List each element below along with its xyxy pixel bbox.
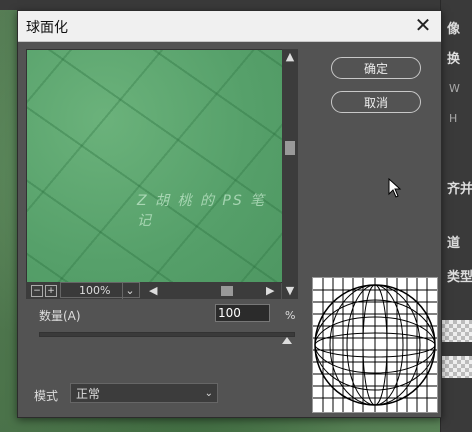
- zoom-level-select[interactable]: 100% ⌄: [60, 282, 140, 299]
- transparency-swatch: [441, 356, 472, 378]
- ok-button[interactable]: 确定: [331, 57, 421, 79]
- panel-label-transform: 换: [447, 52, 461, 67]
- panel-label-height: H: [449, 112, 458, 125]
- preview-vertical-scrollbar[interactable]: ▲ ▼: [282, 49, 298, 299]
- amount-slider-handle[interactable]: [282, 337, 292, 344]
- mouse-pointer-icon: [388, 178, 402, 198]
- spherize-grid-preview: [312, 277, 438, 413]
- panel-label-width: W: [449, 82, 460, 95]
- panel-label-type: 类型: [447, 270, 472, 285]
- scroll-up-icon[interactable]: ▲: [284, 51, 296, 63]
- scroll-thumb[interactable]: [285, 141, 295, 155]
- preview-zoom-bar: − + 100% ⌄ ◀ ▶: [26, 282, 281, 299]
- watermark-text: Z 胡 桃 的 PS 笔 记: [137, 193, 267, 229]
- scroll-left-icon[interactable]: ◀: [149, 284, 157, 297]
- amount-slider-track[interactable]: [39, 332, 295, 337]
- close-icon[interactable]: ✕: [411, 13, 435, 37]
- mode-label: 模式: [34, 389, 59, 403]
- dialog-title: 球面化: [26, 20, 68, 36]
- amount-input[interactable]: [215, 304, 270, 322]
- dialog-titlebar: 球面化 ✕: [18, 11, 441, 42]
- chevron-down-icon: ⌄: [122, 283, 137, 299]
- amount-label: 数量(A): [39, 309, 81, 323]
- mode-value: 正常: [76, 387, 101, 401]
- panel-label-pixel: 像: [447, 22, 461, 37]
- app-top-strip: [0, 0, 472, 10]
- panel-label-align: 齐并: [447, 182, 472, 197]
- spherize-dialog: 球面化 ✕ Z 胡 桃 的 PS 笔 记 ▲ ▼ − + 100% ⌄ ◀ ▶ …: [17, 10, 442, 418]
- horizontal-scroll-thumb[interactable]: [221, 286, 233, 296]
- zoom-level-value: 100%: [79, 284, 111, 297]
- scroll-down-icon[interactable]: ▼: [284, 285, 296, 297]
- chevron-down-icon: ⌄: [204, 388, 213, 399]
- mode-select[interactable]: 正常 ⌄: [70, 383, 218, 403]
- zoom-in-button[interactable]: +: [45, 285, 57, 297]
- amount-unit: %: [285, 309, 296, 322]
- cancel-button[interactable]: 取消: [331, 91, 421, 113]
- zoom-out-button[interactable]: −: [31, 285, 43, 297]
- scroll-right-icon[interactable]: ▶: [266, 284, 274, 297]
- right-properties-panel: 像 换 W H 齐并 道 类型: [440, 0, 472, 432]
- transparency-swatch: [441, 320, 472, 342]
- panel-label-channel: 道: [447, 236, 461, 251]
- filter-preview[interactable]: Z 胡 桃 的 PS 笔 记: [26, 49, 283, 283]
